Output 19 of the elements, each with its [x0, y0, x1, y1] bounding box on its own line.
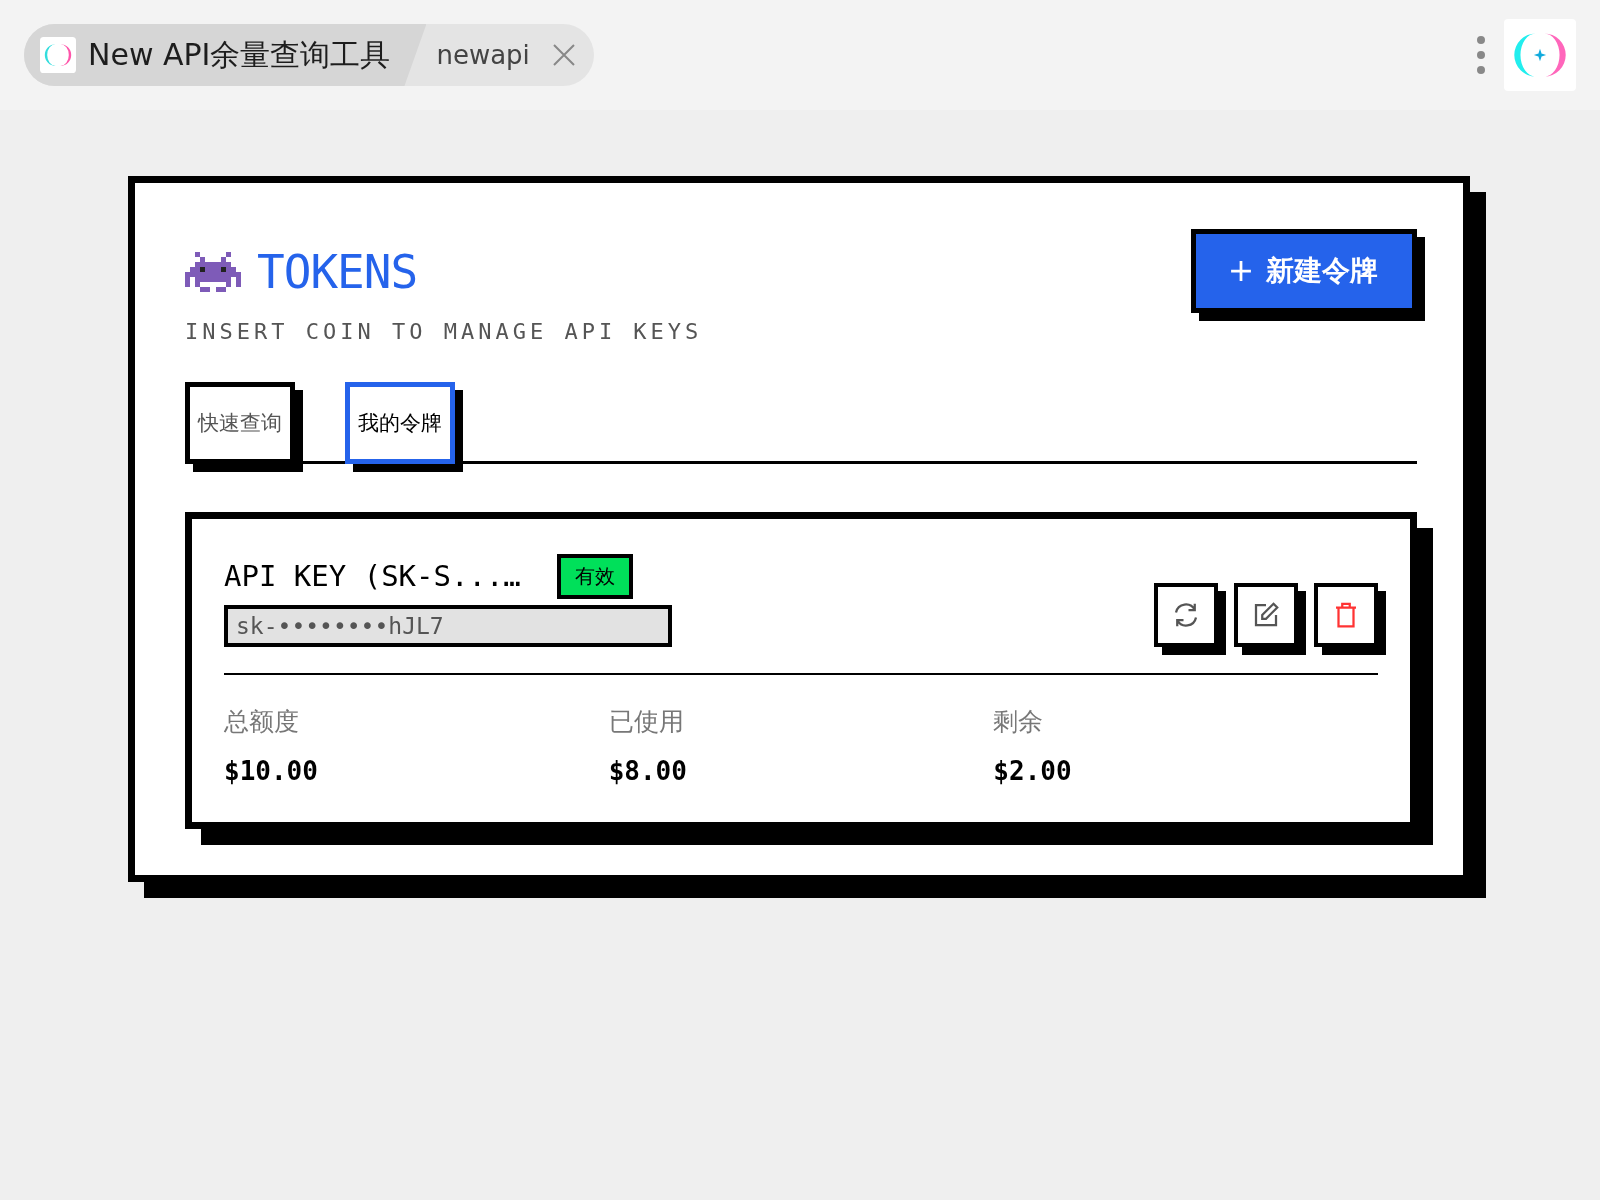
app-logo-icon[interactable]: [1504, 19, 1576, 91]
stat-label: 已使用: [608, 706, 685, 738]
status-badge: 有效: [556, 553, 633, 599]
stat-label: 剩余: [993, 706, 1045, 738]
stat-value: $10.00: [224, 756, 319, 786]
stat-value: $2.00: [993, 756, 1073, 786]
stat-value: $8.00: [608, 756, 688, 786]
alien-icon: [185, 250, 241, 294]
browser-tab[interactable]: New API余量查询工具: [24, 24, 427, 86]
plus-icon: [1230, 260, 1252, 282]
stat-label: 总额度: [224, 706, 300, 738]
token-name: API KEY (SK-S...…: [224, 559, 521, 593]
api-key-field[interactable]: sk-••••••••hJL7: [224, 604, 672, 647]
page-subtitle: INSERT COIN TO MANAGE API KEYS: [185, 319, 703, 344]
close-icon[interactable]: [551, 43, 576, 67]
browser-tab[interactable]: newapi: [426, 24, 594, 86]
app-logo-icon: [40, 37, 76, 73]
more-icon[interactable]: [1476, 35, 1486, 75]
page-title: TOKENS: [257, 245, 418, 299]
